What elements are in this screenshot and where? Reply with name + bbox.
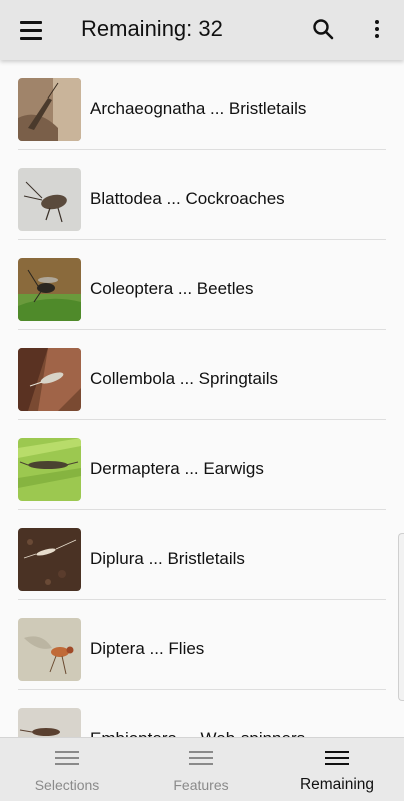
more-options-button[interactable]	[362, 12, 392, 48]
beetle-thumbnail	[18, 258, 81, 321]
list-icon	[325, 751, 349, 767]
diplura-thumbnail	[18, 528, 81, 591]
list-item-label: Blattodea ... Cockroaches	[90, 189, 285, 208]
fly-thumbnail	[18, 618, 81, 681]
nav-item-selections[interactable]: Selections	[0, 738, 134, 801]
list-item-label: Archaeognatha ... Bristletails	[90, 99, 307, 118]
springtail-thumbnail	[18, 348, 81, 411]
list-item[interactable]: Coleoptera ... Beetles	[0, 240, 404, 330]
nav-label: Selections	[34, 777, 100, 793]
more-vert-icon	[375, 20, 379, 24]
nav-item-features[interactable]: Features	[134, 738, 268, 801]
webspinner-thumbnail	[18, 708, 81, 737]
list-item[interactable]: Diplura ... Bristletails	[0, 510, 404, 600]
nav-label: Remaining	[299, 776, 375, 793]
order-list[interactable]: Archaeognatha ... Bristletails Blattodea…	[0, 60, 404, 737]
more-vert-icon-dot	[375, 27, 379, 31]
nav-item-remaining[interactable]: Remaining	[270, 738, 404, 801]
page-title: Remaining: 32	[81, 16, 223, 41]
more-vert-icon-dot	[375, 34, 379, 38]
list-item-label: Diplura ... Bristletails	[90, 549, 245, 568]
earwig-thumbnail	[18, 438, 81, 501]
list-icon	[55, 751, 79, 767]
nav-label: Features	[173, 777, 229, 793]
hamburger-menu-icon-bottom	[20, 37, 42, 40]
list-item-label: Coleoptera ... Beetles	[90, 279, 254, 298]
list-item-label: Diptera ... Flies	[90, 639, 205, 658]
list-item[interactable]: Dermaptera ... Earwigs	[0, 420, 404, 510]
search-button[interactable]	[306, 12, 342, 48]
list-item-label: Collembola ... Springtails	[90, 369, 279, 388]
menu-button[interactable]	[14, 14, 50, 46]
list-item[interactable]: Diptera ... Flies	[0, 600, 404, 690]
bristletail-thumbnail	[18, 78, 81, 141]
hamburger-menu-icon-middle	[20, 29, 42, 32]
list-item[interactable]: Archaeognatha ... Bristletails	[0, 60, 404, 150]
cockroach-thumbnail	[18, 168, 81, 231]
list-icon	[189, 751, 213, 767]
list-item[interactable]: Collembola ... Springtails	[0, 330, 404, 420]
search-icon	[313, 19, 334, 40]
list-item-label: Embioptera ... Web-spinners	[90, 728, 305, 737]
bottom-navigation: Selections Features Remaining	[0, 737, 404, 801]
list-item[interactable]: Blattodea ... Cockroaches	[0, 150, 404, 240]
hamburger-menu-icon	[20, 21, 42, 24]
list-item[interactable]: Embioptera ... Web-spinners	[0, 690, 404, 737]
app-bar: Remaining: 32	[0, 0, 404, 60]
list-item-label: Dermaptera ... Earwigs	[90, 459, 264, 478]
scrollbar-handle[interactable]	[398, 533, 404, 701]
